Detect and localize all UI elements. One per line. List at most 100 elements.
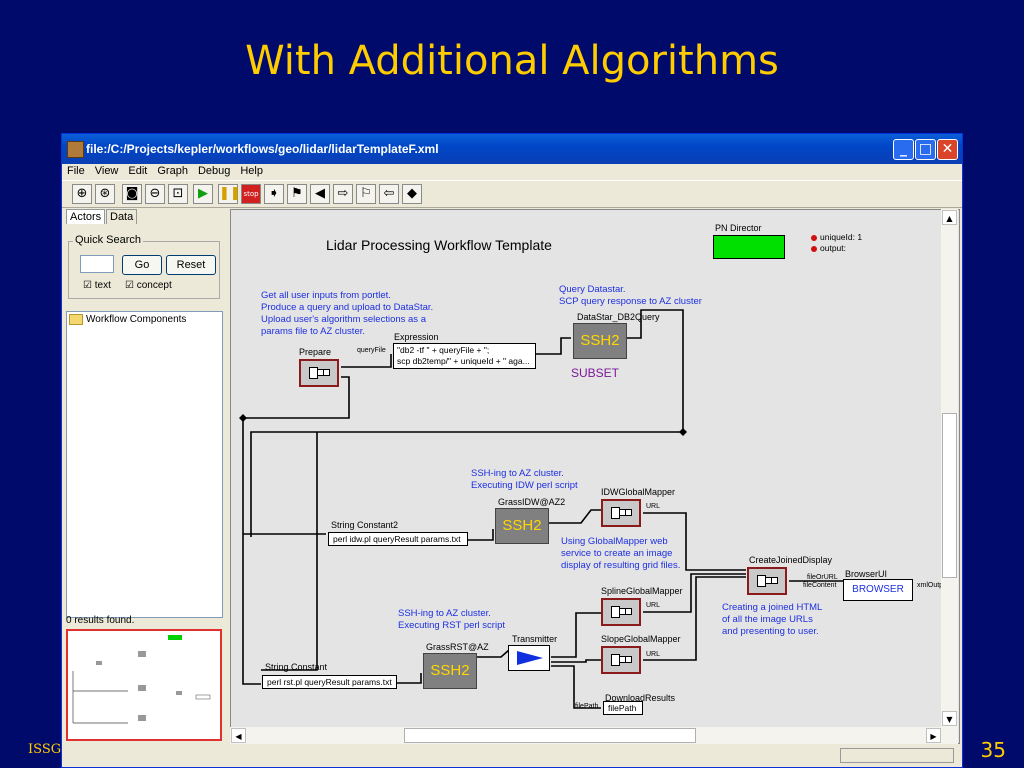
stop-icon[interactable]: stop: [241, 184, 261, 204]
grassidw-ssh2-actor[interactable]: SSH2: [495, 508, 549, 544]
zoom-fit-icon[interactable]: ◙: [122, 184, 142, 204]
tab-actors[interactable]: Actors: [66, 209, 106, 224]
expression-actor[interactable]: "db2 -tf " + queryFile + "; scp db2temp/…: [393, 343, 536, 369]
param-output-label: output:: [820, 243, 846, 253]
pause-icon[interactable]: ❚❚: [218, 184, 241, 204]
minimap-actor: [96, 661, 102, 665]
wire-transmitter-spline: [551, 612, 601, 658]
relation-diamond: [239, 414, 247, 422]
menu-graph[interactable]: Graph: [152, 164, 193, 178]
string-const2-actor[interactable]: perl idw.pl queryResult params.txt: [328, 532, 468, 546]
wire-prepare-const: [242, 376, 350, 685]
concept-checkbox-label: concept: [136, 280, 172, 291]
search-input[interactable]: [80, 255, 114, 273]
minimize-button[interactable]: _: [893, 139, 914, 160]
horizontal-scrollbar[interactable]: ◀ ▶: [230, 727, 942, 744]
datastar-label: DataStar_DB2Query: [577, 312, 660, 322]
vertical-scroll-thumb[interactable]: [942, 413, 957, 578]
browser-actor[interactable]: BROWSER: [843, 579, 913, 601]
scroll-up-icon[interactable]: ▲: [942, 210, 957, 225]
note-idw: SSH-ing to AZ cluster. Executing IDW per…: [471, 468, 578, 491]
scroll-left-icon[interactable]: ◀: [231, 728, 246, 743]
slide-title: With Additional Algorithms: [245, 38, 779, 84]
wire-transmitter-download: [551, 665, 601, 709]
transmitter-label: Transmitter: [512, 634, 558, 644]
horizontal-scroll-thumb[interactable]: [404, 728, 696, 743]
concept-checkbox[interactable]: ☑ concept: [125, 280, 172, 291]
flag-outline-icon[interactable]: ⚐: [356, 184, 376, 204]
scroll-right-icon[interactable]: ▶: [926, 728, 941, 743]
string-const-label: String Constant: [265, 662, 328, 672]
grassrst-ssh2-actor[interactable]: SSH2: [423, 653, 477, 689]
window-titlebar[interactable]: file:/C:/Projects/kepler/workflows/geo/l…: [62, 134, 962, 164]
filepath-port: filePath: [575, 703, 599, 710]
idwmapper-actor[interactable]: [601, 499, 641, 527]
zoom-in-icon[interactable]: ⊕: [72, 184, 92, 204]
arrow-left-outline-icon[interactable]: ⇦: [379, 184, 399, 204]
minimap-actor: [138, 651, 146, 657]
note-joined-html: Creating a joined HTML of all the image …: [722, 602, 823, 637]
createjoined-actor[interactable]: [747, 567, 787, 595]
slopemapper-actor[interactable]: [601, 646, 641, 674]
play-arrow-icon: [517, 651, 543, 665]
quick-search-group: Quick Search Go Reset ☑ text ☑ concept: [68, 234, 220, 299]
fit-page-icon[interactable]: ⊡: [168, 184, 188, 204]
vertical-scrollbar[interactable]: ▲ ▼: [941, 209, 958, 744]
tree-item-workflow-components[interactable]: Workflow Components: [67, 314, 222, 325]
idwmapper-label: IDWGlobalMapper: [601, 487, 676, 497]
menu-debug[interactable]: Debug: [193, 164, 235, 178]
relation-diamond: [679, 428, 687, 436]
workflow-minimap[interactable]: [66, 629, 222, 741]
slope-url-port: URL: [646, 651, 661, 658]
menu-file[interactable]: File: [62, 164, 90, 178]
transmitter-actor[interactable]: [508, 645, 550, 671]
text-checkbox[interactable]: ☑ text: [83, 280, 111, 291]
scroll-down-icon[interactable]: ▼: [942, 711, 957, 726]
composite-actor-icon: [611, 606, 632, 618]
zoom-out-icon[interactable]: ⊖: [145, 184, 165, 204]
maximize-button[interactable]: □: [915, 139, 936, 160]
menu-bar: File View Edit Graph Debug Help: [62, 164, 962, 180]
pn-director[interactable]: [713, 235, 785, 259]
download-actor[interactable]: filePath: [603, 701, 643, 715]
menu-help[interactable]: Help: [235, 164, 268, 178]
minimap-actor: [138, 685, 146, 691]
param-uniqueid[interactable]: uniqueId: 1: [811, 232, 862, 242]
filecontent-port: fileContent: [803, 582, 837, 589]
workflow-canvas[interactable]: Lidar Processing Workflow Template PN Di…: [230, 209, 960, 744]
prepare-actor[interactable]: [299, 359, 339, 387]
minimap-actor: [176, 691, 182, 695]
reset-button[interactable]: Reset: [166, 255, 216, 275]
zoom-reset-icon[interactable]: ⊛: [95, 184, 115, 204]
footer-text: ISSG: [28, 742, 62, 757]
close-button[interactable]: ✕: [937, 139, 958, 160]
flag-icon[interactable]: ⚑: [287, 184, 307, 204]
window-title: file:/C:/Projects/kepler/workflows/geo/l…: [86, 142, 439, 156]
arrow-right-outline-icon[interactable]: ⇨: [333, 184, 353, 204]
param-output[interactable]: output:: [811, 243, 846, 253]
note-rst: SSH-ing to AZ cluster. Executing RST per…: [398, 608, 506, 631]
param-uniqueid-label: uniqueId: 1: [820, 232, 863, 242]
go-button[interactable]: Go: [122, 255, 162, 275]
workflow-title: Lidar Processing Workflow Template: [326, 237, 552, 253]
xmloutput-port: xmlOutp: [917, 582, 944, 589]
datastar-ssh2-actor[interactable]: SSH2: [573, 323, 627, 359]
splinemapper-actor[interactable]: [601, 598, 641, 626]
tab-data[interactable]: Data: [106, 209, 138, 224]
text-checkbox-label: text: [94, 280, 111, 291]
menu-view[interactable]: View: [90, 164, 124, 178]
param-dot-icon: [811, 245, 817, 252]
step-icon[interactable]: ➧: [264, 184, 284, 204]
param-dot-icon: [811, 234, 817, 241]
diamond-icon[interactable]: ◆: [402, 184, 422, 204]
arrow-left-filled-icon[interactable]: ◀: [310, 184, 330, 204]
splinemapper-label: SplineGlobalMapper: [601, 586, 683, 596]
expression-label: Expression: [394, 332, 439, 342]
tree-item-label: Workflow Components: [86, 314, 187, 326]
string-const-actor[interactable]: perl rst.pl queryResult params.txt: [262, 675, 397, 689]
spline-url-port: URL: [646, 602, 661, 609]
wire-transmitter-slope: [551, 659, 601, 663]
slopemapper-label: SlopeGlobalMapper: [601, 634, 681, 644]
run-icon[interactable]: ▶: [193, 184, 213, 204]
menu-edit[interactable]: Edit: [123, 164, 152, 178]
